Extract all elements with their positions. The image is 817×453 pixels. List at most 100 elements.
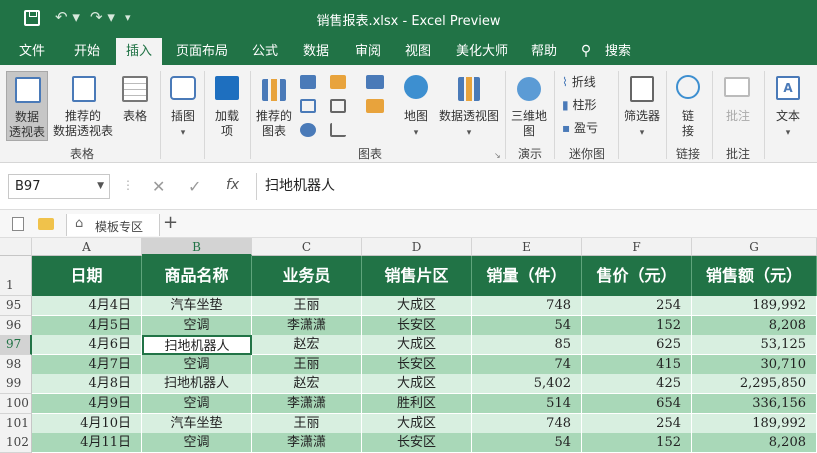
cell-date[interactable]: 4月11日 xyxy=(32,433,142,453)
cell-price[interactable]: 152 xyxy=(582,315,692,336)
cell-total[interactable]: 8,208 xyxy=(692,433,817,453)
cell-price[interactable]: 254 xyxy=(582,413,692,434)
cell-rep[interactable]: 赵宏 xyxy=(252,335,362,356)
tab-formulas[interactable]: 公式 xyxy=(243,38,287,65)
cell-rep[interactable]: 李潇潇 xyxy=(252,394,362,414)
recommended-pivot-button[interactable]: 推荐的 数据透视表 xyxy=(52,71,114,141)
cell-price[interactable]: 152 xyxy=(582,433,692,453)
insert-function-icon[interactable]: fx xyxy=(226,177,239,193)
table-header-area[interactable]: 销售片区 xyxy=(362,256,472,296)
cell-item[interactable]: 汽车坐垫 xyxy=(142,413,252,434)
pie-chart-icon[interactable] xyxy=(300,123,316,137)
column-header-f[interactable]: F xyxy=(582,238,692,256)
cell-date[interactable]: 4月5日 xyxy=(32,315,142,336)
cell-date[interactable]: 4月8日 xyxy=(32,374,142,395)
recommended-charts-button[interactable]: 推荐的 图表 xyxy=(254,71,294,141)
tab-home[interactable]: 开始 xyxy=(63,38,111,65)
table-button[interactable]: 表格 xyxy=(118,71,152,141)
cell-rep[interactable]: 李潇潇 xyxy=(252,315,362,336)
hierarchy-chart-icon[interactable] xyxy=(330,75,346,89)
cell-rep[interactable]: 李潇潇 xyxy=(252,433,362,453)
cell-total[interactable]: 2,295,850 xyxy=(692,374,817,395)
tab-review[interactable]: 审阅 xyxy=(346,38,390,65)
cell-qty[interactable]: 748 xyxy=(472,413,582,434)
row-header-95[interactable]: 95 xyxy=(0,296,32,316)
cell-area[interactable]: 大成区 xyxy=(362,335,472,356)
formula-input[interactable]: 扫地机器人 xyxy=(256,173,817,200)
cell-qty[interactable]: 5,402 xyxy=(472,374,582,395)
cell-area[interactable]: 长安区 xyxy=(362,315,472,336)
cell-item[interactable]: 空调 xyxy=(142,315,252,336)
column-header-c[interactable]: C xyxy=(252,238,362,256)
row-header-100[interactable]: 100 xyxy=(0,394,32,414)
cell-date[interactable]: 4月6日 xyxy=(32,335,142,356)
cell-price[interactable]: 425 xyxy=(582,374,692,395)
comment-button[interactable]: 批注 xyxy=(716,71,760,141)
cell-item[interactable]: 汽车坐垫 xyxy=(142,296,252,316)
sparkline-line-button[interactable]: ⌇ 折线 xyxy=(562,75,614,93)
cell-rep[interactable]: 王丽 xyxy=(252,354,362,375)
cell-item[interactable]: 空调 xyxy=(142,394,252,414)
column-header-d[interactable]: D xyxy=(362,238,472,256)
row-header-102[interactable]: 102 xyxy=(0,433,32,453)
tab-help[interactable]: 帮助 xyxy=(522,38,566,65)
cell-date[interactable]: 4月10日 xyxy=(32,413,142,434)
row-header-1[interactable]: 1 xyxy=(0,256,32,296)
cell-price[interactable]: 625 xyxy=(582,335,692,356)
name-box[interactable]: B97 ▼ xyxy=(8,174,110,199)
slicer-button[interactable]: 筛选器 ▾ xyxy=(620,71,664,141)
cell-date[interactable]: 4月7日 xyxy=(32,354,142,375)
cell-qty[interactable]: 74 xyxy=(472,354,582,375)
stat-chart-icon[interactable] xyxy=(330,99,346,113)
cell-area[interactable]: 长安区 xyxy=(362,354,472,375)
tab-template-zone[interactable]: ⌂ 模板专区 xyxy=(66,214,160,236)
cell-area[interactable]: 大成区 xyxy=(362,374,472,395)
table-header-rep[interactable]: 业务员 xyxy=(252,256,362,296)
dialog-launcher-icon[interactable]: ↘ xyxy=(494,151,501,160)
sparkline-winloss-button[interactable]: ▪ 盈亏 xyxy=(562,121,614,139)
cell-area[interactable]: 胜利区 xyxy=(362,394,472,414)
addins-button[interactable]: 加载 项 xyxy=(208,71,246,141)
row-header-101[interactable]: 101 xyxy=(0,413,32,434)
cell-total[interactable]: 53,125 xyxy=(692,335,817,356)
table-header-item[interactable]: 商品名称 xyxy=(142,256,252,296)
cell-qty[interactable]: 85 xyxy=(472,335,582,356)
combo-chart-button[interactable] xyxy=(362,75,392,115)
cell-price[interactable]: 254 xyxy=(582,296,692,316)
cell-date[interactable]: 4月9日 xyxy=(32,394,142,414)
cell-area[interactable]: 长安区 xyxy=(362,433,472,453)
scatter-chart-icon[interactable] xyxy=(330,123,346,137)
tab-file[interactable]: 文件 xyxy=(10,38,54,65)
chart-type-buttons[interactable] xyxy=(298,75,358,145)
cell-total[interactable]: 189,992 xyxy=(692,296,817,316)
tab-search[interactable]: 搜索 xyxy=(598,38,638,65)
table-header-price[interactable]: 售价（元） xyxy=(582,256,692,296)
line-chart-icon[interactable] xyxy=(300,99,316,113)
text-button[interactable]: A 文本 ▾ xyxy=(768,71,808,141)
cell-qty[interactable]: 514 xyxy=(472,394,582,414)
cell-qty[interactable]: 748 xyxy=(472,296,582,316)
enter-icon[interactable]: ✓ xyxy=(188,177,201,196)
row-header-97[interactable]: 97 xyxy=(0,335,32,356)
cell-item[interactable]: 空调 xyxy=(142,433,252,453)
cell-total[interactable]: 30,710 xyxy=(692,354,817,375)
cell-price[interactable]: 654 xyxy=(582,394,692,414)
cell-total[interactable]: 336,156 xyxy=(692,394,817,414)
link-button[interactable]: 链 接 xyxy=(670,71,706,141)
illustrations-button[interactable]: 插图 ▾ xyxy=(164,71,202,141)
column-header-a[interactable]: A xyxy=(32,238,142,256)
row-header-96[interactable]: 96 xyxy=(0,315,32,336)
chevron-down-icon[interactable]: ▼ xyxy=(97,175,104,198)
row-header-98[interactable]: 98 xyxy=(0,354,32,375)
tab-insert[interactable]: 插入 xyxy=(116,38,162,65)
cancel-icon[interactable]: ✕ xyxy=(152,177,165,196)
tab-beautify[interactable]: 美化大师 xyxy=(448,38,516,65)
cell-item[interactable]: 扫地机器人 xyxy=(142,335,252,356)
3d-map-button[interactable]: 三维地 图 xyxy=(508,71,550,141)
tab-page-layout[interactable]: 页面布局 xyxy=(170,38,234,65)
new-file-icon[interactable] xyxy=(12,217,24,231)
cell-qty[interactable]: 54 xyxy=(472,433,582,453)
column-header-b[interactable]: B xyxy=(142,238,252,256)
cell-total[interactable]: 189,992 xyxy=(692,413,817,434)
column-chart-icon[interactable] xyxy=(300,75,316,89)
